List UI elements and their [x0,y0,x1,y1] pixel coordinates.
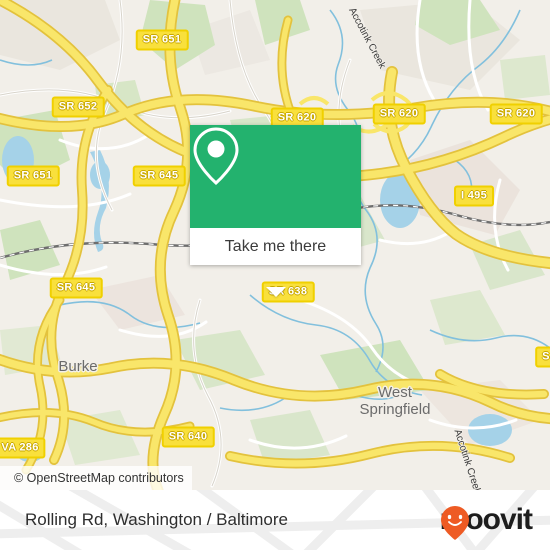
take-me-there-button[interactable]: Take me there [190,228,361,265]
location-popup[interactable]: Take me there [190,125,361,297]
take-me-there-label: Take me there [224,237,327,255]
road-shield: VA 286 [0,437,46,459]
road-shield: SR 640 [161,426,215,448]
place-label: Burke [58,358,98,375]
popup-pin-area [190,125,361,228]
road-shield: SR 651 [6,165,60,187]
popup-tail [265,287,286,297]
road-shield: S [535,346,550,368]
road-shield: SR 652 [51,96,105,118]
road-shield: SR 645 [49,277,103,299]
place-label: Springfield [359,401,431,418]
road-shield: I 495 [454,185,494,207]
map-screenshot: SR 651 SR 652 SR 651 SR 645 SR 620 SR 620 SR 6… [0,0,550,550]
moovit-logo[interactable]: moovit [440,505,533,540]
place-label: West [378,384,412,401]
attribution-text: © OpenStreetMap contributors [14,471,184,485]
moovit-pin-icon [440,506,469,540]
map-attribution[interactable]: © OpenStreetMap contributors [0,466,192,490]
map-canvas[interactable]: SR 651 SR 652 SR 651 SR 645 SR 620 SR 620 SR 6… [0,0,550,490]
road-shield: SR 645 [132,165,186,187]
page-title: Rolling Rd, Washington / Baltimore [25,510,288,529]
map-pin-icon [193,127,239,185]
road-shield: SR 620 [489,103,543,125]
road-shield: SR 620 [372,103,426,125]
footer-bar: Rolling Rd, Washington / Baltimore moovi… [0,490,550,550]
road-shield: SR 651 [135,29,189,51]
